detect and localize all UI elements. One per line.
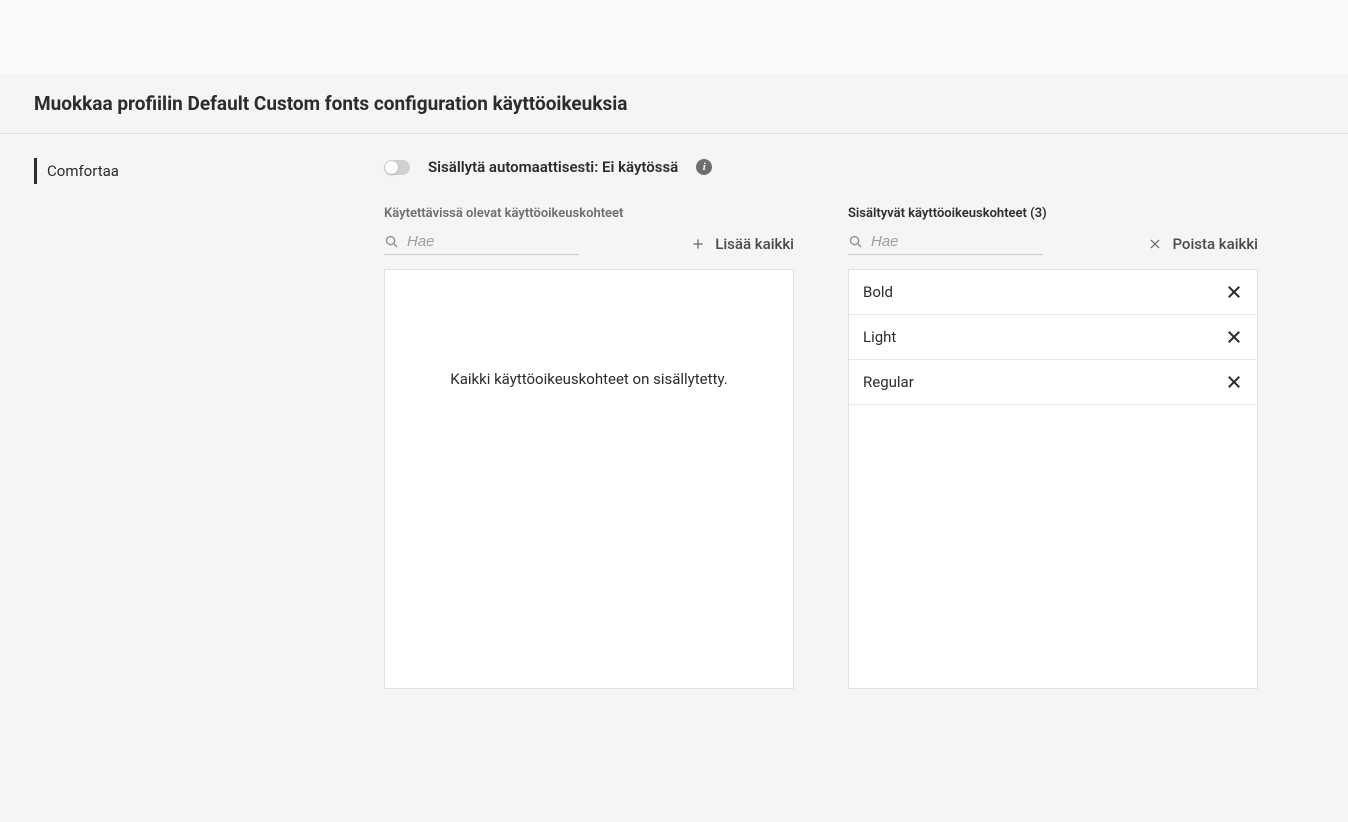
add-all-label: Lisää kaikki xyxy=(715,235,794,253)
sidebar-item-label: Comfortaa xyxy=(47,162,119,180)
available-list: Kaikki käyttöoikeuskohteet on sisällytet… xyxy=(384,269,794,689)
auto-include-label: Sisällytä automaattisesti: Ei käytössä xyxy=(428,158,678,176)
list-item: Regular xyxy=(849,360,1257,405)
page-title: Muokkaa profiilin Default Custom fonts c… xyxy=(34,92,1314,115)
remove-item-icon[interactable] xyxy=(1225,373,1243,391)
page-header: Muokkaa profiilin Default Custom fonts c… xyxy=(0,74,1348,134)
remove-all-button[interactable]: Poista kaikki xyxy=(1148,235,1258,253)
info-icon[interactable]: i xyxy=(696,159,712,175)
search-icon xyxy=(848,234,863,249)
included-column: Sisältyvät käyttöoikeuskohteet (3) xyxy=(848,206,1258,689)
included-list: Bold Light xyxy=(848,269,1258,689)
available-empty-message: Kaikki käyttöoikeuskohteet on sisällytet… xyxy=(385,270,793,490)
add-all-button[interactable]: Lisää kaikki xyxy=(691,235,794,253)
list-item-label: Regular xyxy=(863,373,914,391)
included-title: Sisältyvät käyttöoikeuskohteet (3) xyxy=(848,206,1258,221)
available-title: Käytettävissä olevat käyttöoikeuskohteet xyxy=(384,206,794,221)
included-search-wrap xyxy=(848,233,1043,255)
plus-icon xyxy=(691,237,705,251)
included-search-input[interactable] xyxy=(871,233,1043,250)
sidebar: Comfortaa xyxy=(34,158,384,689)
close-icon xyxy=(1148,237,1162,251)
list-item: Light xyxy=(849,315,1257,360)
available-search-input[interactable] xyxy=(407,233,579,250)
remove-item-icon[interactable] xyxy=(1225,328,1243,346)
list-item-label: Bold xyxy=(863,283,893,301)
sidebar-item-comfortaa[interactable]: Comfortaa xyxy=(34,158,384,184)
list-item-label: Light xyxy=(863,328,896,346)
search-icon xyxy=(384,234,399,249)
auto-include-toggle[interactable] xyxy=(384,160,410,175)
remove-all-label: Poista kaikki xyxy=(1172,235,1258,253)
list-item: Bold xyxy=(849,270,1257,315)
available-search-wrap xyxy=(384,233,579,255)
available-column: Käytettävissä olevat käyttöoikeuskohteet xyxy=(384,206,794,689)
remove-item-icon[interactable] xyxy=(1225,283,1243,301)
toggle-knob xyxy=(385,161,398,174)
